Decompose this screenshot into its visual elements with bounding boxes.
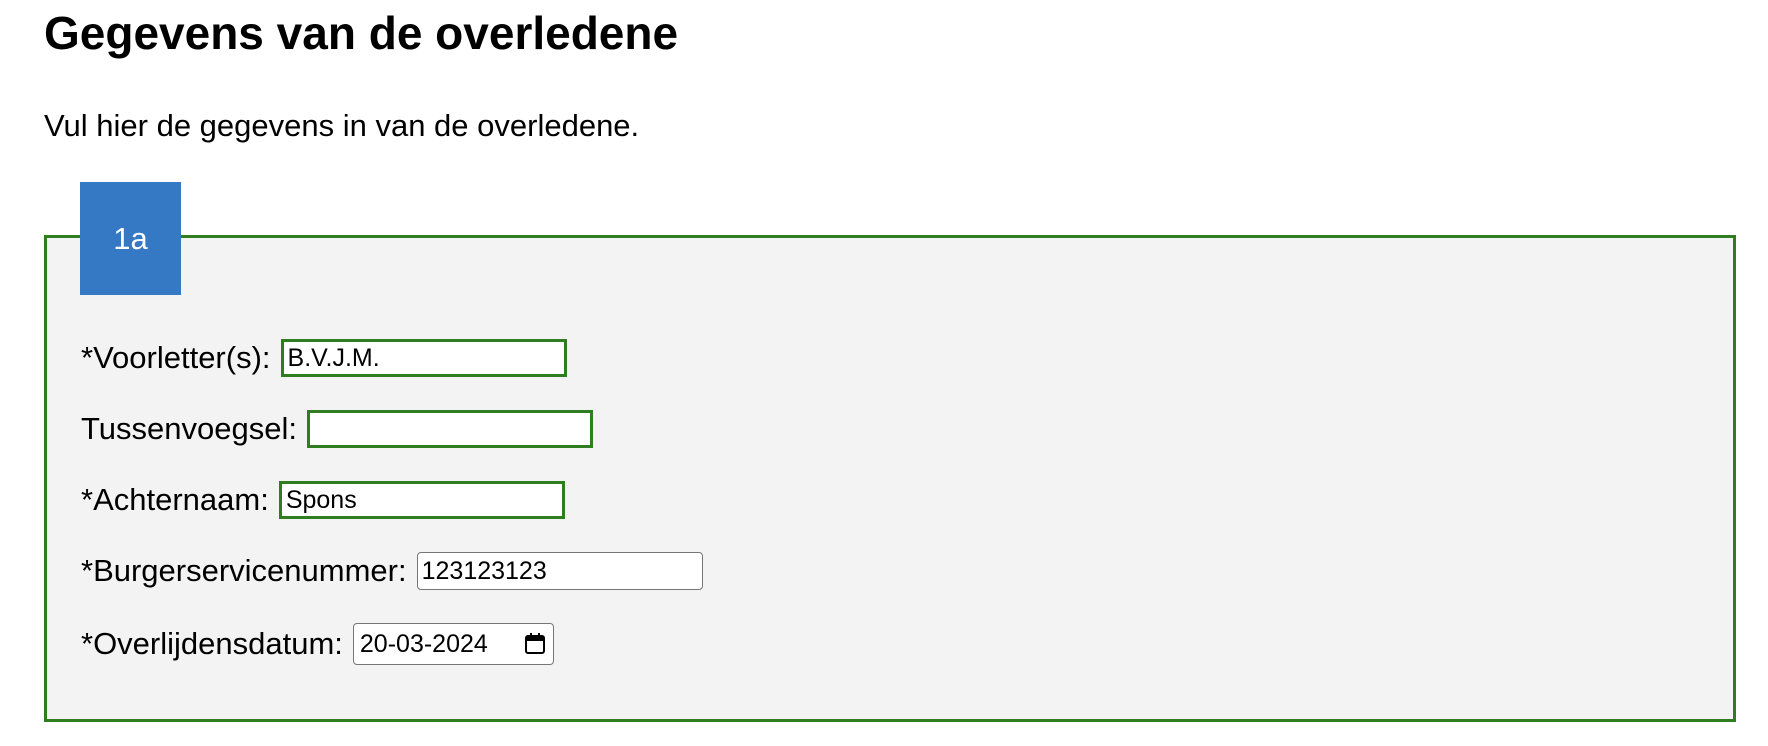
achternaam-row: *Achternaam: (81, 478, 565, 522)
achternaam-label: *Achternaam: (81, 482, 269, 517)
overlijdensdatum-value: 20-03-2024 (359, 629, 488, 658)
tussenvoegsel-label: Tussenvoegsel: (81, 411, 297, 446)
tussenvoegsel-row: Tussenvoegsel: (81, 407, 593, 451)
overlijdensdatum-row: *Overlijdensdatum: 20-03-2024 (81, 622, 554, 666)
bsn-label: *Burgerservicenummer: (81, 553, 407, 588)
intro-text: Vul hier de gegevens in van de overleden… (44, 108, 640, 143)
page: Gegevens van de overledene Vul hier de g… (0, 0, 1768, 746)
section-legend: 1a (80, 182, 181, 295)
achternaam-input[interactable] (278, 481, 565, 519)
bsn-row: *Burgerservicenummer: (81, 549, 703, 593)
overlijdensdatum-label: *Overlijdensdatum: (81, 626, 343, 661)
voorletters-label: *Voorletter(s): (81, 340, 271, 375)
tussenvoegsel-input[interactable] (306, 410, 593, 448)
overlijdensdatum-date-input[interactable]: 20-03-2024 (352, 623, 554, 665)
calendar-icon[interactable] (523, 632, 547, 656)
page-title: Gegevens van de overledene (44, 7, 679, 59)
voorletters-row: *Voorletter(s): (81, 336, 567, 380)
bsn-input[interactable] (416, 552, 703, 590)
voorletters-input[interactable] (280, 339, 567, 377)
